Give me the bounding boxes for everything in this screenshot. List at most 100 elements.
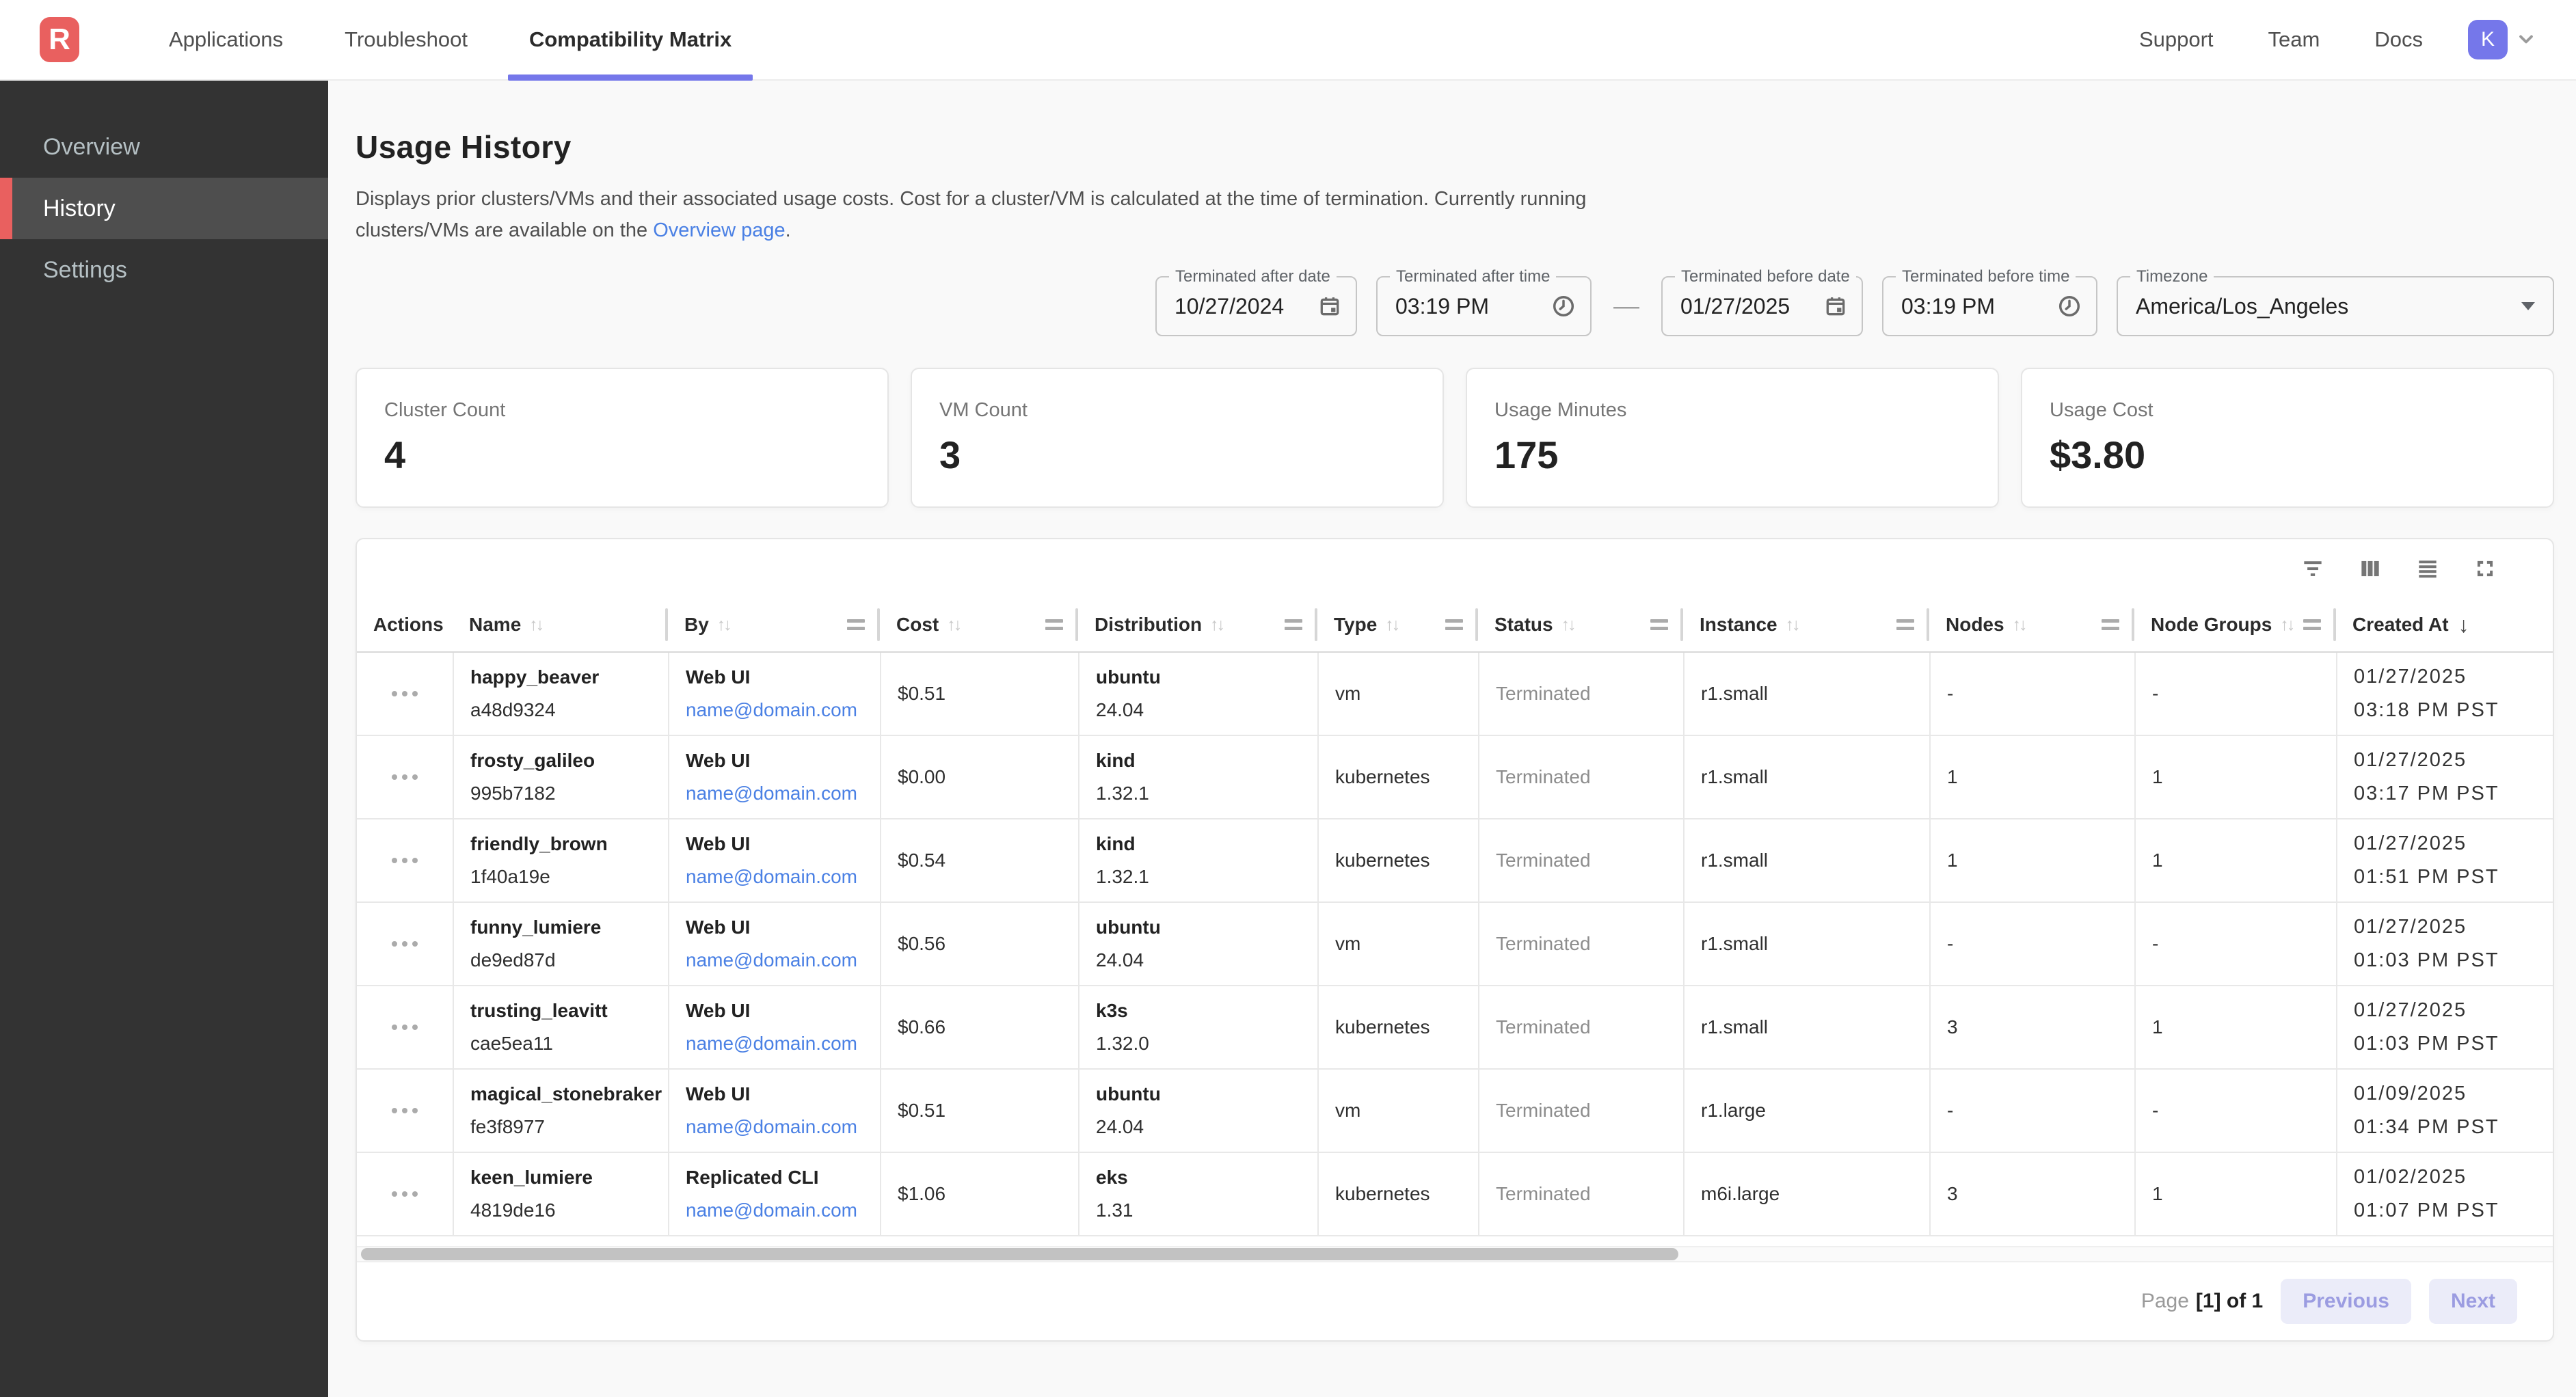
column-header[interactable]: Name ↑↓ ↓ — [453, 598, 668, 651]
clock-icon[interactable] — [2056, 293, 2082, 319]
sort-icon[interactable]: ↑↓ — [1561, 615, 1574, 635]
table-row[interactable]: funny_lumiere de9ed87d Web UI name@domai… — [357, 903, 2553, 986]
nav-item-applications[interactable]: Applications — [138, 0, 314, 79]
terminated-before-date-field[interactable]: Terminated before date 01/27/2025 — [1661, 276, 1863, 336]
sidebar-item-overview[interactable]: Overview — [0, 116, 328, 178]
table-row[interactable]: magical_stonebraker fe3f8977 Web UI name… — [357, 1070, 2553, 1153]
column-header[interactable]: Cost ↑↓ ↓ — [880, 598, 1078, 651]
sort-icon[interactable]: ↑↓ — [1786, 615, 1799, 635]
timezone-select[interactable]: Timezone America/Los_Angeles — [2117, 276, 2554, 336]
table-row[interactable]: keen_lumiere 4819de16 Replicated CLI nam… — [357, 1153, 2553, 1236]
column-header[interactable]: By ↑↓ ↓ — [668, 598, 880, 651]
row-menu-icon[interactable] — [392, 858, 418, 863]
cell-actions[interactable] — [357, 986, 453, 1068]
sort-icon[interactable]: ↑↓ — [1210, 615, 1223, 635]
email-link[interactable]: name@domain.com — [686, 866, 880, 888]
nav-item-troubleshoot[interactable]: Troubleshoot — [314, 0, 498, 79]
column-header[interactable]: Distribution ↑↓ ↓ — [1078, 598, 1317, 651]
row-menu-icon[interactable] — [392, 1108, 418, 1113]
cell-by: Web UI name@domain.com — [668, 819, 880, 901]
table-row[interactable]: friendly_brown 1f40a19e Web UI name@doma… — [357, 819, 2553, 903]
column-header[interactable]: Type ↑↓ ↓ — [1317, 598, 1478, 651]
email-link[interactable]: name@domain.com — [686, 699, 880, 721]
column-header[interactable]: Actions ↑↓ ↓ — [357, 598, 453, 651]
cell-by: Web UI name@domain.com — [668, 986, 880, 1068]
sort-icon[interactable]: ↑↓ — [717, 615, 730, 635]
page-value: [1] of 1 — [2196, 1290, 2263, 1312]
table-toolbar — [357, 539, 2553, 598]
email-link[interactable]: name@domain.com — [686, 949, 880, 971]
cell-nodes: - — [1929, 1070, 2134, 1152]
column-menu-icon[interactable] — [1285, 619, 1302, 630]
sidebar-item-settings[interactable]: Settings — [0, 239, 328, 301]
next-button[interactable]: Next — [2429, 1279, 2517, 1324]
row-menu-icon[interactable] — [392, 1191, 418, 1197]
cell-cost: $0.51 — [880, 1070, 1078, 1152]
sort-icon[interactable]: ↑↓ — [2280, 615, 2293, 635]
column-menu-icon[interactable] — [2102, 619, 2119, 630]
cell-actions[interactable] — [357, 1153, 453, 1235]
cell-type: vm — [1317, 1070, 1478, 1152]
cell-created-at: 01/27/2025 03:17 PM PST — [2336, 736, 2553, 818]
table-row[interactable]: trusting_leavitt cae5ea11 Web UI name@do… — [357, 986, 2553, 1070]
row-menu-icon[interactable] — [392, 1025, 418, 1030]
row-menu-icon[interactable] — [392, 774, 418, 780]
columns-icon[interactable] — [2357, 556, 2383, 582]
row-menu-icon[interactable] — [392, 941, 418, 947]
cell-status: Terminated — [1478, 819, 1683, 901]
cell-actions[interactable] — [357, 736, 453, 818]
column-menu-icon[interactable] — [1045, 619, 1063, 630]
cell-actions[interactable] — [357, 1070, 453, 1152]
fullscreen-icon[interactable] — [2472, 556, 2498, 582]
cell-actions[interactable] — [357, 903, 453, 985]
sort-desc-icon[interactable]: ↓ — [2458, 612, 2469, 638]
column-menu-icon[interactable] — [2303, 619, 2321, 630]
previous-button[interactable]: Previous — [2281, 1279, 2411, 1324]
email-link[interactable]: name@domain.com — [686, 1199, 880, 1221]
nav-item-team[interactable]: Team — [2241, 27, 2348, 52]
cell-created-at: 01/02/2025 01:07 PM PST — [2336, 1153, 2553, 1235]
sort-icon[interactable]: ↑↓ — [2013, 615, 2026, 635]
column-header[interactable]: Node Groups ↑↓ ↓ — [2134, 598, 2336, 651]
row-menu-icon[interactable] — [392, 691, 418, 696]
email-link[interactable]: name@domain.com — [686, 1033, 880, 1055]
column-menu-icon[interactable] — [1896, 619, 1914, 630]
cell-actions[interactable] — [357, 653, 453, 735]
cell-instance: r1.small — [1683, 819, 1929, 901]
column-header[interactable]: Status ↑↓ ↓ — [1478, 598, 1683, 651]
table-row[interactable]: frosty_galileo 995b7182 Web UI name@doma… — [357, 736, 2553, 819]
column-menu-icon[interactable] — [1445, 619, 1463, 630]
calendar-icon[interactable] — [1317, 294, 1342, 318]
filter-icon[interactable] — [2300, 556, 2326, 582]
table-row[interactable]: happy_beaver a48d9324 Web UI name@domain… — [357, 653, 2553, 736]
sort-icon[interactable]: ↑↓ — [529, 615, 542, 635]
email-link[interactable]: name@domain.com — [686, 783, 880, 804]
column-header[interactable]: Instance ↑↓ ↓ — [1683, 598, 1929, 651]
density-icon[interactable] — [2415, 556, 2441, 582]
sort-icon[interactable]: ↑↓ — [1385, 615, 1398, 635]
sidebar-item-history[interactable]: History — [0, 178, 328, 239]
sort-icon[interactable]: ↑↓ — [947, 615, 960, 635]
clock-icon[interactable] — [1551, 293, 1577, 319]
terminated-before-time-field[interactable]: Terminated before time 03:19 PM — [1882, 276, 2097, 336]
cell-actions[interactable] — [357, 819, 453, 901]
nav-item-docs[interactable]: Docs — [2347, 27, 2450, 52]
column-header[interactable]: Nodes ↑↓ ↓ — [1929, 598, 2134, 651]
nav-item-compatibility-matrix[interactable]: Compatibility Matrix — [498, 0, 762, 79]
replicated-logo[interactable]: R — [40, 17, 79, 62]
dropdown-arrow-icon[interactable] — [2521, 302, 2539, 310]
calendar-icon[interactable] — [1823, 294, 1848, 318]
avatar[interactable]: K — [2468, 20, 2508, 59]
scrollbar-thumb[interactable] — [361, 1248, 1678, 1260]
column-menu-icon[interactable] — [847, 619, 865, 630]
horizontal-scrollbar[interactable] — [357, 1246, 2553, 1262]
terminated-after-date-field[interactable]: Terminated after date 10/27/2024 — [1155, 276, 1357, 336]
column-header[interactable]: Created At ↑↓ ↓ — [2336, 598, 2553, 651]
terminated-after-time-field[interactable]: Terminated after time 03:19 PM — [1376, 276, 1592, 336]
column-menu-icon[interactable] — [1650, 619, 1668, 630]
nav-item-support[interactable]: Support — [2112, 27, 2241, 52]
cell-distribution: kind 1.32.1 — [1078, 736, 1317, 818]
chevron-down-icon[interactable] — [2514, 28, 2538, 51]
overview-page-link[interactable]: Overview page — [653, 219, 785, 241]
email-link[interactable]: name@domain.com — [686, 1116, 880, 1138]
